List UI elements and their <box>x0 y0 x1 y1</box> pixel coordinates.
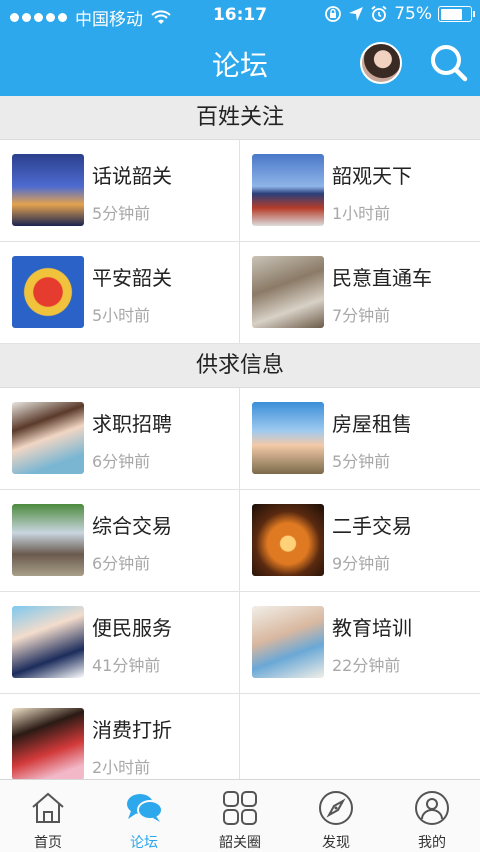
status-bar: 中国移动 16:17 75% <box>0 0 480 30</box>
section-header-gongqiu: 供求信息 <box>0 344 480 388</box>
rotation-lock-icon <box>325 6 342 22</box>
house-key-thumbnail <box>252 402 324 474</box>
tab-me[interactable]: 我的 <box>384 780 480 852</box>
section-grid-gongqiu: 求职招聘 6分钟前 房屋租售 5分钟前 综合交易 6分钟前 二手交易 9分钟前 … <box>0 388 480 779</box>
board-title: 便民服务 <box>92 616 172 640</box>
tab-forum[interactable]: 论坛 <box>96 780 192 852</box>
board-title: 民意直通车 <box>332 266 432 290</box>
lantern-thumbnail <box>252 504 324 576</box>
forum-board-item[interactable]: 便民服务 41分钟前 <box>0 592 240 694</box>
forum-board-item[interactable]: 综合交易 6分钟前 <box>0 490 240 592</box>
compass-icon <box>319 791 353 825</box>
board-updated-time: 5小时前 <box>92 306 151 325</box>
battery-percent: 75% <box>394 4 432 24</box>
board-title: 房屋租售 <box>332 412 412 436</box>
nav-bar: 论坛 <box>0 30 480 96</box>
tab-discover[interactable]: 发现 <box>288 780 384 852</box>
classroom-thumbnail <box>252 606 324 678</box>
market-thumbnail <box>12 504 84 576</box>
forum-board-item[interactable]: 韶观天下 1小时前 <box>240 140 480 242</box>
board-updated-time: 6分钟前 <box>92 554 151 573</box>
board-updated-time: 1小时前 <box>332 204 391 223</box>
location-arrow-icon <box>349 7 364 21</box>
board-title: 综合交易 <box>92 514 172 538</box>
avatar[interactable] <box>360 42 402 84</box>
tab-label: 发现 <box>322 835 350 851</box>
status-indicators: 75% <box>324 4 475 24</box>
board-updated-time: 7分钟前 <box>332 306 391 325</box>
forum-board-item[interactable]: 房屋租售 5分钟前 <box>240 388 480 490</box>
board-updated-time: 41分钟前 <box>92 656 161 675</box>
forum-board-item[interactable]: 话说韶关 5分钟前 <box>0 140 240 242</box>
forum-list[interactable]: 百姓关注 话说韶关 5分钟前 韶观天下 1小时前 平安韶关 5小时前 民意直通车… <box>0 96 480 779</box>
tab-label: 首页 <box>34 835 62 851</box>
chat-bubbles-icon <box>127 794 163 822</box>
search-icon <box>431 45 468 82</box>
tab-shaoguan-circle[interactable]: 韶关圈 <box>192 780 288 852</box>
section-grid-baixing: 话说韶关 5分钟前 韶观天下 1小时前 平安韶关 5小时前 民意直通车 7分钟前 <box>0 140 480 344</box>
board-updated-time: 6分钟前 <box>92 452 151 471</box>
forum-board-item[interactable]: 消费打折 2小时前 <box>0 694 240 779</box>
tab-bar: 首页 论坛 韶关圈 发现 我的 <box>0 779 480 852</box>
meeting-thumbnail <box>252 256 324 328</box>
board-updated-time: 9分钟前 <box>332 554 391 573</box>
user-icon <box>415 791 449 825</box>
board-title: 二手交易 <box>332 514 412 538</box>
board-title: 消费打折 <box>92 718 172 742</box>
forum-board-item[interactable]: 平安韶关 5小时前 <box>0 242 240 344</box>
police-emblem-thumbnail <box>12 256 84 328</box>
search-button[interactable] <box>428 42 470 84</box>
forum-board-item[interactable]: 二手交易 9分钟前 <box>240 490 480 592</box>
home-icon <box>32 792 64 823</box>
tab-label: 论坛 <box>130 835 158 851</box>
tab-label: 韶关圈 <box>219 835 261 851</box>
board-updated-time: 5分钟前 <box>332 452 391 471</box>
grid-icon <box>223 791 257 825</box>
job-seeker-thumbnail <box>12 402 84 474</box>
board-updated-time: 22分钟前 <box>332 656 401 675</box>
battery-icon <box>438 6 475 22</box>
board-updated-time: 2小时前 <box>92 758 151 777</box>
city-night-thumbnail <box>12 154 84 226</box>
battery-fill <box>440 8 463 20</box>
service-agent-thumbnail <box>12 606 84 678</box>
board-updated-time: 5分钟前 <box>92 204 151 223</box>
alarm-icon <box>371 5 387 22</box>
board-title: 话说韶关 <box>92 164 172 188</box>
board-title: 求职招聘 <box>92 412 172 436</box>
temple-of-heaven-thumbnail <box>252 154 324 226</box>
board-title: 韶观天下 <box>332 164 412 188</box>
page-title: 论坛 <box>211 49 268 82</box>
shopping-thumbnail <box>12 708 84 779</box>
tab-home[interactable]: 首页 <box>0 780 96 852</box>
forum-board-item[interactable]: 民意直通车 7分钟前 <box>240 242 480 344</box>
board-title: 教育培训 <box>332 616 412 640</box>
empty-cell <box>240 694 480 779</box>
forum-board-item[interactable]: 教育培训 22分钟前 <box>240 592 480 694</box>
tab-label: 我的 <box>418 835 446 851</box>
board-title: 平安韶关 <box>92 266 172 290</box>
forum-board-item[interactable]: 求职招聘 6分钟前 <box>0 388 240 490</box>
section-header-baixing: 百姓关注 <box>0 96 480 140</box>
